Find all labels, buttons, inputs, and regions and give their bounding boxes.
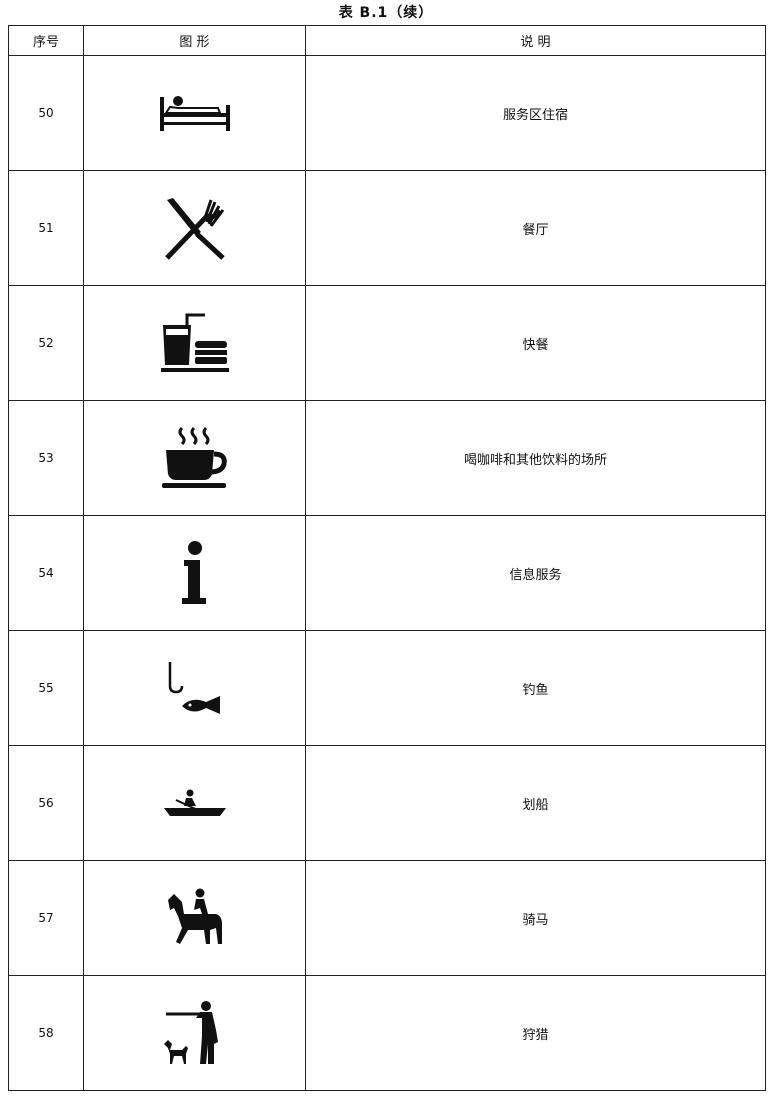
bed-icon <box>83 55 306 171</box>
row-description: 骑马 <box>305 860 766 976</box>
row-number: 57 <box>8 860 84 976</box>
row-description: 信息服务 <box>305 515 766 631</box>
knife-fork-icon <box>83 170 306 286</box>
table-row: 57 骑马 <box>8 860 766 976</box>
table-caption: 表 B.1（续） <box>338 5 434 21</box>
row-number: 50 <box>8 55 84 171</box>
table-row: 56 划船 <box>8 745 766 861</box>
horse-riding-icon <box>83 860 306 976</box>
row-description: 快餐 <box>305 285 766 401</box>
row-number: 58 <box>8 975 84 1091</box>
coffee-cup-icon <box>83 400 306 516</box>
row-number: 56 <box>8 745 84 861</box>
header-num: 序号 <box>8 25 84 56</box>
header-description: 说 明 <box>305 25 766 56</box>
symbol-table: 序号 图 形 说 明 50 服务区住宿 51 餐厅 52 快餐 53 喝咖啡和其… <box>8 25 766 1091</box>
header-symbol: 图 形 <box>83 25 306 56</box>
table-row: 51 餐厅 <box>8 170 766 286</box>
fast-food-icon <box>83 285 306 401</box>
table-row: 58 狩猎 <box>8 975 766 1091</box>
rowing-boat-icon <box>83 745 306 861</box>
table-row: 55 钓鱼 <box>8 630 766 746</box>
hunting-icon <box>83 975 306 1091</box>
row-number: 54 <box>8 515 84 631</box>
row-description: 服务区住宿 <box>305 55 766 171</box>
row-number: 53 <box>8 400 84 516</box>
table-row: 50 服务区住宿 <box>8 55 766 171</box>
row-number: 55 <box>8 630 84 746</box>
row-number: 51 <box>8 170 84 286</box>
row-description: 狩猎 <box>305 975 766 1091</box>
row-description: 钓鱼 <box>305 630 766 746</box>
table-row: 53 喝咖啡和其他饮料的场所 <box>8 400 766 516</box>
information-icon <box>83 515 306 631</box>
row-description: 喝咖啡和其他饮料的场所 <box>305 400 766 516</box>
row-number: 52 <box>8 285 84 401</box>
row-description: 餐厅 <box>305 170 766 286</box>
table-row: 52 快餐 <box>8 285 766 401</box>
table-header-row: 序号 图 形 说 明 <box>8 25 766 56</box>
fishing-icon <box>83 630 306 746</box>
row-description: 划船 <box>305 745 766 861</box>
table-row: 54 信息服务 <box>8 515 766 631</box>
